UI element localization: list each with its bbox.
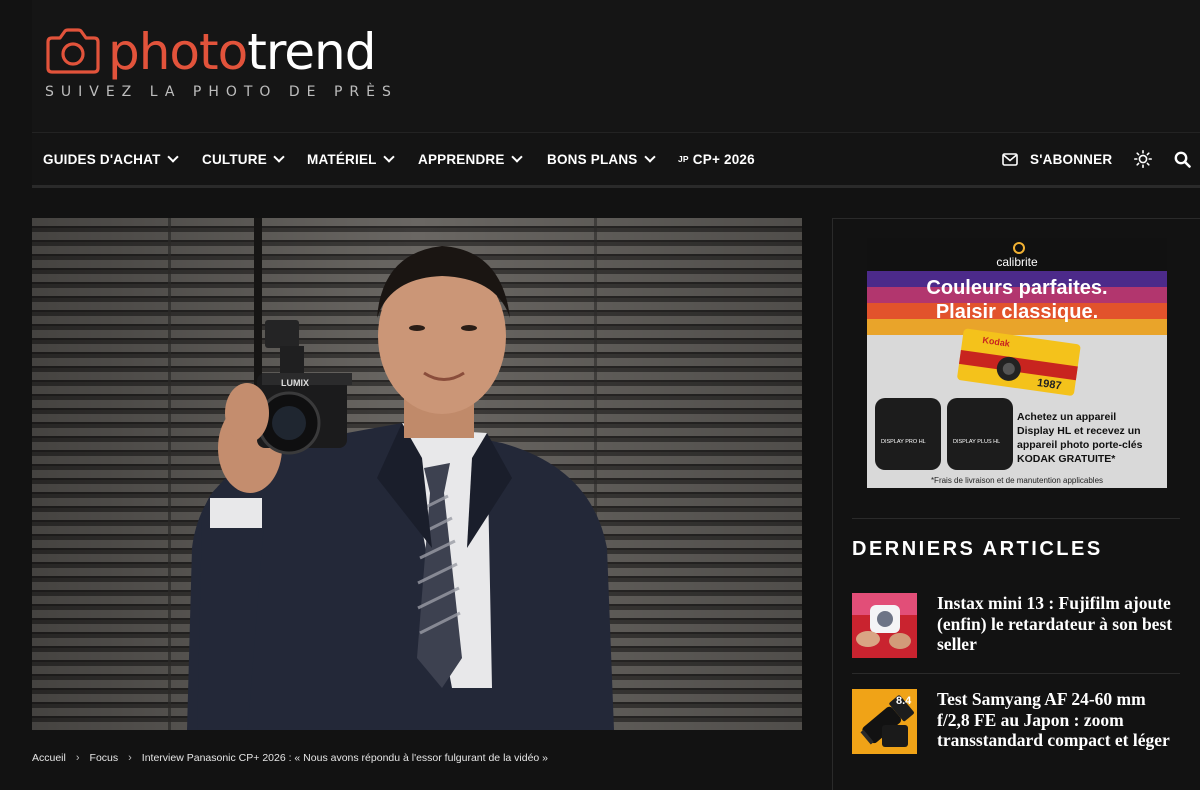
ad-offer-line-1: Achetez un appareil — [1017, 411, 1116, 423]
ad-headline-2: Plaisir classique. — [936, 301, 1098, 323]
breadcrumb-current: Interview Panasonic CP+ 2026 : « Nous av… — [141, 752, 549, 764]
logo-text-trend: trend — [247, 23, 376, 81]
chevron-down-icon — [273, 151, 285, 163]
logo-text-photo: photo — [108, 23, 248, 81]
calibrite-ad-banner[interactable]: calibrite Couleurs parfaites. Plaisir cl… — [867, 238, 1167, 488]
nav-item-label: BONS PLANS — [547, 151, 638, 167]
article-title[interactable]: Test Samyang AF 24-60 mm f/2,8 FE au Jap… — [937, 689, 1182, 754]
sidebar-divider — [852, 518, 1180, 519]
site-tagline: SUIVEZ LA PHOTO DE PRÈS — [45, 84, 398, 100]
ad-offer-line-4: KODAK GRATUITE* — [1017, 453, 1116, 465]
chevron-right-icon: › — [128, 752, 132, 764]
theme-toggle-button[interactable] — [1131, 133, 1155, 185]
hero-image: LUMIX — [32, 218, 802, 730]
sidebar-border-top — [832, 218, 1200, 219]
mail-icon — [1002, 152, 1018, 166]
ad-brand: calibrite — [996, 255, 1038, 269]
chevron-down-icon — [510, 151, 523, 163]
subscribe-link[interactable]: S'ABONNER — [1002, 133, 1112, 185]
nav-item-bons-plans[interactable]: BONS PLANS — [547, 133, 656, 185]
sun-icon — [1134, 150, 1152, 168]
sidebar-divider — [852, 673, 1180, 674]
list-item[interactable]: Instax mini 13 : Fujifilm ajoute (enfin)… — [852, 593, 1182, 658]
nav-item-label: CP+ 2026 — [692, 151, 755, 167]
list-item[interactable]: 8.4 Test Samyang AF 24-60 mm f/2,8 FE au… — [852, 689, 1182, 754]
main-nav: GUIDES D'ACHAT CULTURE MATÉRIEL APPRENDR… — [32, 132, 1200, 188]
nav-item-label: CULTURE — [202, 151, 267, 167]
ad-headline-1: Couleurs parfaites. — [926, 277, 1107, 299]
nav-item-label: MATÉRIEL — [307, 151, 377, 167]
breadcrumb-home[interactable]: Accueil — [32, 752, 66, 764]
nav-item-label: APPRENDRE — [418, 151, 505, 167]
nav-item-cp-prefix: JP — [678, 154, 689, 164]
breadcrumb: Accueil › Focus › Interview Panasonic CP… — [32, 752, 548, 764]
breadcrumb-section[interactable]: Focus — [90, 752, 119, 764]
ad-offer-line-3: appareil photo porte-clés — [1017, 439, 1143, 451]
chevron-right-icon: › — [75, 752, 80, 764]
ad-device-1: DISPLAY PRO HL — [881, 439, 926, 445]
latest-articles-title: DERNIERS ARTICLES — [852, 538, 1103, 560]
ad-offer-line-2: Display HL et recevez un — [1017, 425, 1141, 437]
article-title[interactable]: Instax mini 13 : Fujifilm ajoute (enfin)… — [937, 593, 1182, 658]
search-icon — [1174, 151, 1191, 168]
ad-disclaimer: *Frais de livraison et de manutention ap… — [931, 476, 1103, 485]
review-score-badge: 8.4 — [896, 695, 912, 707]
chevron-down-icon — [166, 151, 179, 163]
subscribe-label: S'ABONNER — [1030, 151, 1113, 167]
nav-item-materiel[interactable]: MATÉRIEL — [307, 133, 395, 185]
search-button[interactable] — [1170, 133, 1194, 185]
sidebar-border — [832, 218, 833, 790]
article-thumbnail[interactable] — [852, 593, 917, 658]
camera-logo-icon — [46, 28, 100, 74]
ad-device-2: DISPLAY PLUS HL — [953, 439, 1000, 445]
camera-brand-label: LUMIX — [281, 378, 309, 388]
nav-item-apprendre[interactable]: APPRENDRE — [418, 133, 523, 185]
nav-item-cp-2026[interactable]: JP CP+ 2026 — [678, 133, 755, 185]
chevron-down-icon — [643, 151, 656, 163]
nav-item-culture[interactable]: CULTURE — [202, 133, 285, 185]
article-thumbnail[interactable]: 8.4 — [852, 689, 917, 754]
nav-item-guides[interactable]: GUIDES D'ACHAT — [43, 133, 179, 185]
nav-item-label: GUIDES D'ACHAT — [43, 151, 161, 167]
chevron-down-icon — [382, 151, 395, 163]
site-logo[interactable]: phototrend — [44, 22, 376, 82]
